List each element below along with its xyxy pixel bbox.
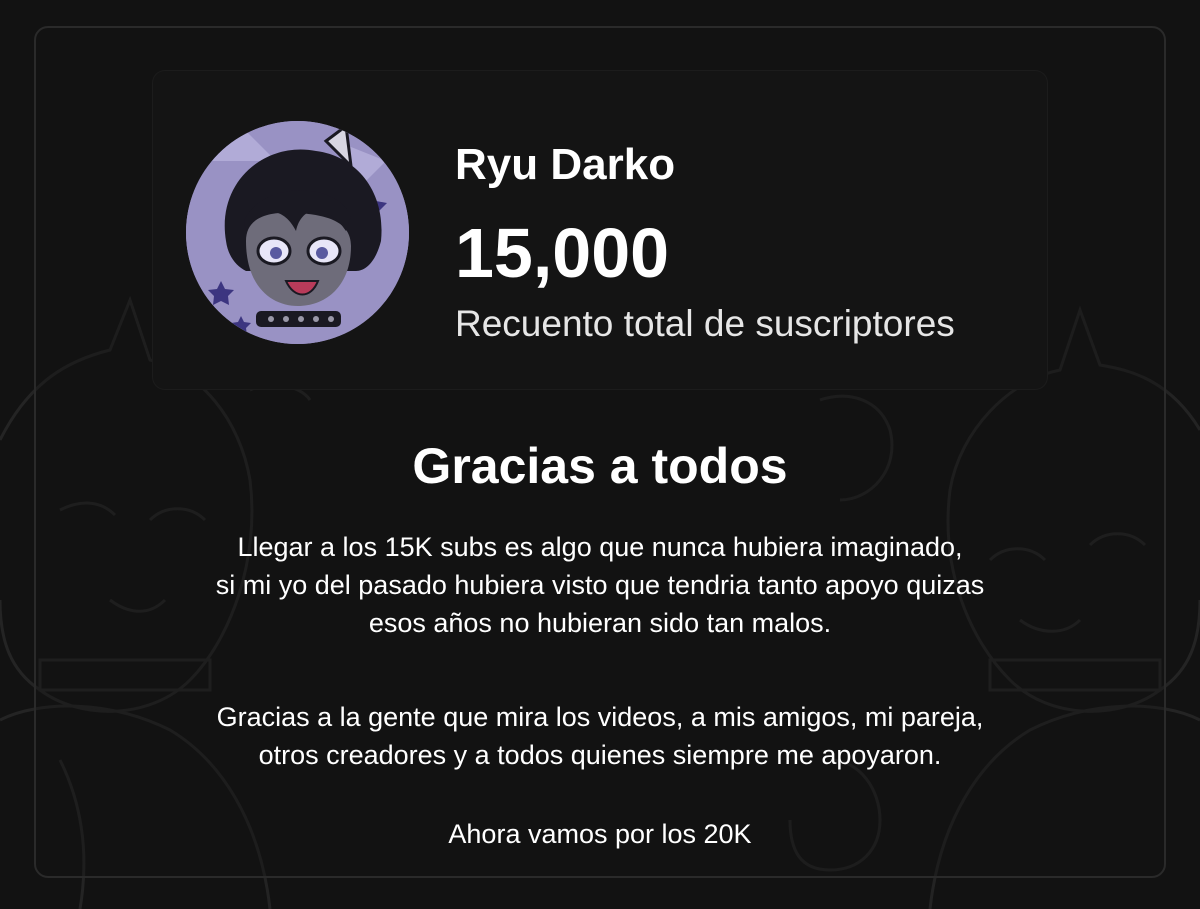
closing-line: Ahora vamos por los 20K [448,819,752,849]
message-line: esos años no hubieran sido tan malos. [368,608,832,638]
avatar [186,121,409,344]
message-line: si mi yo del pasado hubiera visto que te… [215,570,985,600]
furry-character-avatar-icon [186,121,409,344]
message-line: Gracias a la gente que mira los videos, … [216,702,984,732]
message-paragraph-1: Llegar a los 15K subs es algo que nunca … [0,528,1200,642]
thanks-title: Gracias a todos [412,438,788,494]
milestone-card: Ryu Darko 15,000 Recuento total de suscr… [0,0,1200,909]
subscriber-count-label: Recuento total de suscriptores [455,303,955,344]
message-line: otros creadores y a todos quienes siempr… [258,740,942,770]
channel-name: Ryu Darko [455,140,676,189]
message-line: Llegar a los 15K subs es algo que nunca … [237,532,963,562]
message-paragraph-2: Gracias a la gente que mira los videos, … [0,698,1200,774]
subscriber-count: 15,000 [455,214,670,292]
